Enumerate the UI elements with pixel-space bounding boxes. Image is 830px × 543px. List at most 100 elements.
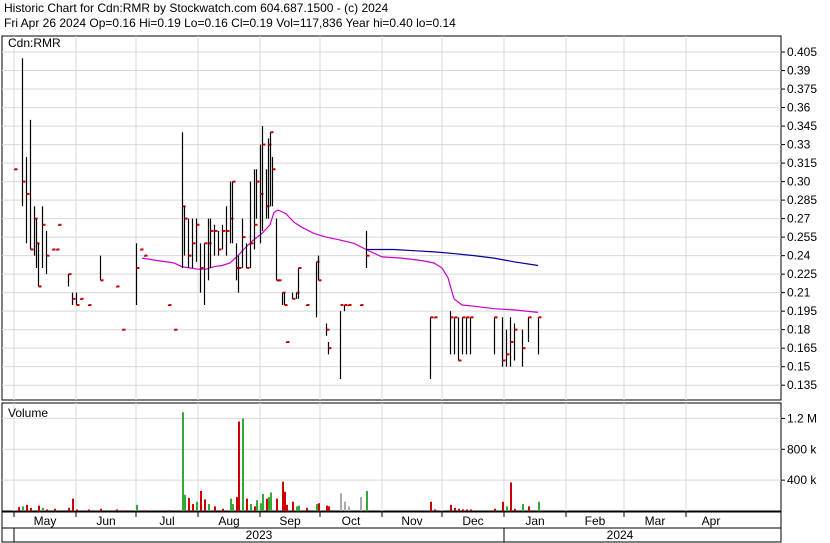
month-label: Apr: [702, 514, 721, 528]
volume-bar: [214, 506, 216, 511]
volume-bar: [510, 482, 512, 511]
price-y-axis: 0.405 0.39 0.375 0.36 0.345 0.33 0.315 0.30 0.28…: [781, 45, 817, 392]
volume-bar: [136, 504, 138, 511]
volume-bar: [284, 491, 286, 511]
volume-bar: [470, 509, 472, 511]
volume-bar: [276, 498, 278, 511]
volume-bar: [18, 507, 20, 511]
price-tick-label: 0.255: [787, 230, 817, 244]
volume-bar: [242, 418, 244, 511]
volume-bar: [184, 494, 186, 511]
volume-bar: [326, 505, 328, 511]
volume-bar: [250, 504, 252, 511]
year-label: 2024: [607, 528, 634, 542]
volume-bar: [260, 503, 262, 511]
volume-bar: [266, 498, 268, 511]
price-tick-label: 0.375: [787, 82, 817, 96]
volume-tick-label: 400 k: [787, 473, 817, 487]
volume-bar: [204, 499, 206, 511]
volume-bar: [528, 506, 530, 511]
volume-bar: [208, 504, 210, 511]
volume-bar: [328, 506, 330, 511]
price-tick-label: 0.345: [787, 119, 817, 133]
month-label: Sep: [279, 514, 301, 528]
volume-bar: [430, 501, 432, 511]
volume-bar: [450, 504, 452, 511]
year-axis-band: [1, 527, 782, 543]
volume-bar: [76, 509, 78, 511]
month-label: Mar: [645, 514, 666, 528]
month-label: Nov: [401, 514, 422, 528]
volume-bar: [466, 509, 468, 511]
volume-bar: [254, 506, 256, 511]
month-label: Jan: [525, 514, 544, 528]
price-tick-label: 0.225: [787, 267, 817, 281]
price-tick-label: 0.135: [787, 378, 817, 392]
price-tick-label: 0.315: [787, 156, 817, 170]
price-tick-label: 0.27: [787, 212, 811, 226]
volume-bar: [22, 506, 24, 511]
volume-bar: [344, 501, 346, 511]
volume-bar: [100, 508, 102, 511]
volume-bar: [116, 509, 118, 511]
volume-bar: [282, 481, 284, 511]
year-label: 2023: [246, 528, 273, 542]
price-tick-label: 0.285: [787, 193, 817, 207]
volume-bar: [88, 509, 90, 511]
volume-bar: [46, 509, 48, 511]
volume-tick-label: 800 k: [787, 442, 817, 456]
volume-bar: [268, 497, 270, 511]
volume-bar: [270, 492, 272, 511]
price-tick-label: 0.405: [787, 45, 817, 59]
volume-bar: [506, 506, 508, 511]
price-tick-label: 0.21: [787, 286, 811, 300]
symbol-label: Cdn:RMR: [8, 36, 61, 50]
chart-header-title: Historic Chart for Cdn:RMR by Stockwatch…: [4, 1, 388, 15]
price-tick-label: 0.15: [787, 360, 811, 374]
month-label: Aug: [218, 514, 239, 528]
chart-header-stats: Fri Apr 26 2024 Op=0.16 Hi=0.19 Lo=0.16 …: [4, 16, 456, 30]
volume-bar: [168, 510, 170, 512]
volume-bar: [538, 501, 540, 511]
price-tick-label: 0.195: [787, 304, 817, 318]
volume-bar: [54, 508, 56, 511]
volume-bar: [188, 497, 190, 511]
volume-y-axis: 1.2 M 800 k 400 k: [781, 411, 817, 487]
volume-bar: [246, 498, 248, 511]
volume-bar: [232, 504, 234, 511]
month-label: Dec: [462, 514, 483, 528]
month-label: Feb: [585, 514, 606, 528]
volume-bar: [192, 504, 194, 511]
volume-bar: [182, 412, 184, 511]
price-tick-label: 0.39: [787, 64, 811, 78]
month-label: Jul: [159, 514, 174, 528]
month-label: Jun: [96, 514, 115, 528]
volume-bar: [230, 498, 232, 511]
volume-bar: [514, 508, 516, 511]
volume-bar: [316, 504, 318, 511]
volume-label: Volume: [8, 406, 48, 420]
price-tick-label: 0.165: [787, 341, 817, 355]
volume-bar: [238, 421, 240, 511]
volume-bar: [122, 510, 124, 512]
price-tick-label: 0.18: [787, 323, 811, 337]
price-tick-label: 0.24: [787, 249, 811, 263]
volume-bar: [38, 505, 40, 511]
month-label: Oct: [342, 514, 361, 528]
volume-bar: [360, 497, 362, 511]
volume-bar: [458, 508, 460, 511]
volume-bar: [348, 506, 350, 511]
price-panel: [1, 35, 782, 401]
volume-bar: [292, 501, 294, 511]
volume-bar: [72, 498, 74, 511]
volume-bar: [434, 509, 436, 511]
volume-bar: [196, 501, 198, 511]
volume-bar: [26, 504, 28, 511]
volume-tick-label: 1.2 M: [787, 411, 817, 425]
volume-bar: [318, 503, 320, 511]
volume-bar: [296, 506, 298, 511]
volume-bar: [42, 507, 44, 511]
volume-bar: [340, 493, 342, 511]
stock-chart: Historic Chart for Cdn:RMR by Stockwatch…: [1, 1, 817, 543]
volume-bar: [286, 504, 288, 511]
